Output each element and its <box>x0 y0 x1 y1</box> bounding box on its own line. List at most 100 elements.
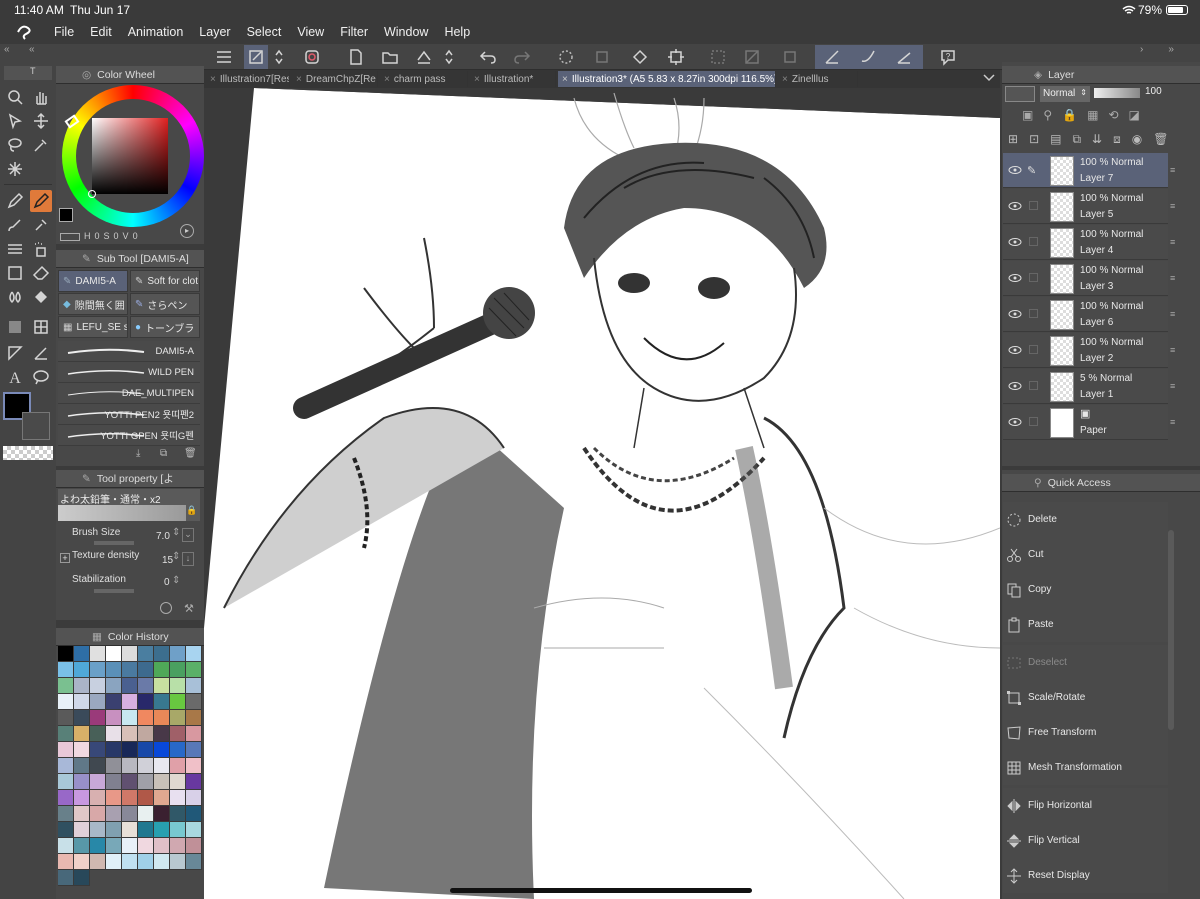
color-swatch[interactable] <box>74 790 90 806</box>
color-swatch[interactable] <box>154 742 170 758</box>
color-swatch[interactable] <box>74 694 90 710</box>
color-swatch[interactable] <box>138 790 154 806</box>
transform-icon[interactable] <box>664 45 688 69</box>
color-swatch[interactable] <box>186 678 202 694</box>
undo-icon[interactable] <box>476 45 500 69</box>
color-swatch[interactable] <box>186 646 202 662</box>
color-swatch[interactable] <box>170 662 186 678</box>
stepper-icon[interactable]: ⇕ <box>172 551 180 562</box>
color-swatch[interactable] <box>106 774 122 790</box>
auto-select-wand-icon[interactable] <box>4 158 26 180</box>
qa-free-transform[interactable]: Free Transform <box>1003 715 1168 750</box>
color-swatch[interactable] <box>58 662 74 678</box>
texture-density-row[interactable]: + Texture density 15 ⇕ ↓ <box>60 550 200 572</box>
close-icon[interactable]: × <box>474 74 480 85</box>
color-swatch[interactable] <box>186 822 202 838</box>
expand-plus-icon[interactable]: + <box>60 553 70 563</box>
hamburger-menu-icon[interactable] <box>212 45 236 69</box>
color-swatch[interactable] <box>90 774 106 790</box>
color-swatch[interactable] <box>74 838 90 854</box>
draft-layer-icon[interactable]: ⟲ <box>1108 108 1118 124</box>
color-swatch[interactable] <box>74 678 90 694</box>
color-swatch[interactable] <box>58 870 74 886</box>
color-swatch[interactable] <box>74 758 90 774</box>
color-swatch[interactable] <box>138 838 154 854</box>
drag-handle-icon[interactable]: ≡ <box>1170 273 1175 283</box>
color-swatch[interactable] <box>58 806 74 822</box>
spray-icon[interactable] <box>30 238 52 260</box>
color-swatch[interactable] <box>170 854 186 870</box>
color-swatch[interactable] <box>74 646 90 662</box>
brush-size-row[interactable]: Brush Size 7.0 ⇕ ⌄ <box>60 526 200 548</box>
color-swatch[interactable] <box>138 662 154 678</box>
color-swatch[interactable] <box>170 742 186 758</box>
eye-icon[interactable] <box>1008 308 1022 320</box>
hand-stamp-icon[interactable] <box>300 45 324 69</box>
color-swatch[interactable] <box>90 806 106 822</box>
color-swatch[interactable] <box>122 662 138 678</box>
clip-icon[interactable]: ▣ <box>1022 108 1033 124</box>
pen-icon[interactable] <box>4 190 26 212</box>
color-slider-mode-icon[interactable] <box>60 233 80 241</box>
drag-handle-icon[interactable]: ≡ <box>1170 201 1175 211</box>
subtool-soft-for-clot[interactable]: ✎ Soft for clot <box>130 270 200 292</box>
eye-icon[interactable] <box>1008 236 1022 248</box>
new-raster-layer-icon[interactable]: ⊞ <box>1008 132 1018 148</box>
color-swatch[interactable] <box>90 758 106 774</box>
qa-delete[interactable]: Delete <box>1003 502 1168 537</box>
color-swatch[interactable] <box>138 710 154 726</box>
color-swatch[interactable] <box>138 742 154 758</box>
layer-row[interactable]: 5 % Normal Layer 1 <box>1003 369 1168 404</box>
layer-lock-checkbox[interactable] <box>1029 201 1038 210</box>
color-swatch[interactable] <box>186 694 202 710</box>
color-swatch[interactable] <box>74 870 90 886</box>
reference-layer-icon[interactable]: ⚲ <box>1043 108 1052 124</box>
color-swatch[interactable] <box>170 790 186 806</box>
zoom-icon[interactable] <box>4 86 26 108</box>
lock-icon[interactable]: 🔒 <box>186 505 197 516</box>
color-swatch[interactable] <box>138 822 154 838</box>
color-swatch[interactable] <box>90 790 106 806</box>
subtool-dami5-a[interactable]: ✎ DAMI5-A <box>58 270 128 292</box>
color-swatch[interactable] <box>74 822 90 838</box>
color-swatch[interactable] <box>122 854 138 870</box>
invert-selection-icon[interactable] <box>740 45 764 69</box>
color-swatch[interactable] <box>154 694 170 710</box>
menu-edit[interactable]: Edit <box>82 20 120 44</box>
color-swatch[interactable] <box>58 854 74 870</box>
color-swatch[interactable] <box>90 726 106 742</box>
color-swatch[interactable] <box>74 806 90 822</box>
correct-line-icon[interactable] <box>30 342 52 364</box>
color-swatch[interactable] <box>138 678 154 694</box>
color-swatch[interactable] <box>170 806 186 822</box>
color-swatch[interactable] <box>138 854 154 870</box>
color-swatch[interactable] <box>106 838 122 854</box>
drag-handle-icon[interactable]: ≡ <box>1170 381 1175 391</box>
color-swatch[interactable] <box>90 854 106 870</box>
drag-handle-icon[interactable]: ≡ <box>1170 345 1175 355</box>
operation-icon[interactable] <box>4 110 26 132</box>
eye-icon[interactable] <box>1008 416 1022 428</box>
tab-zinelllus[interactable]: × Zinelllus <box>778 71 858 87</box>
color-swatch[interactable] <box>58 694 74 710</box>
color-swatch[interactable] <box>186 726 202 742</box>
wrench-icon[interactable]: ⚒ <box>184 602 196 615</box>
subtool-close-gap-fill[interactable]: ◆ 隙間無く囲 <box>58 293 128 315</box>
color-swatch[interactable] <box>138 774 154 790</box>
eye-icon[interactable] <box>1008 164 1022 176</box>
color-swatch[interactable] <box>138 694 154 710</box>
color-swatch[interactable] <box>138 758 154 774</box>
layer-lock-checkbox[interactable] <box>1029 273 1038 282</box>
tab-list-chevron-down-icon[interactable] <box>982 72 996 84</box>
tab-dreamchpz[interactable]: × DreamChpZ[Re <box>292 71 378 87</box>
color-swatch[interactable] <box>122 646 138 662</box>
menu-animation[interactable]: Animation <box>120 20 192 44</box>
color-swatch[interactable] <box>122 774 138 790</box>
color-swatch[interactable] <box>154 822 170 838</box>
frame-border-icon[interactable] <box>4 262 26 284</box>
layer-row[interactable]: 100 % Normal Layer 6 <box>1003 297 1168 332</box>
save-icon[interactable] <box>412 45 436 69</box>
pencil-edit-icon[interactable]: ✎ <box>1027 164 1036 177</box>
merge-down-icon[interactable]: ⇊ <box>1092 132 1102 148</box>
loading-icon[interactable] <box>554 45 578 69</box>
